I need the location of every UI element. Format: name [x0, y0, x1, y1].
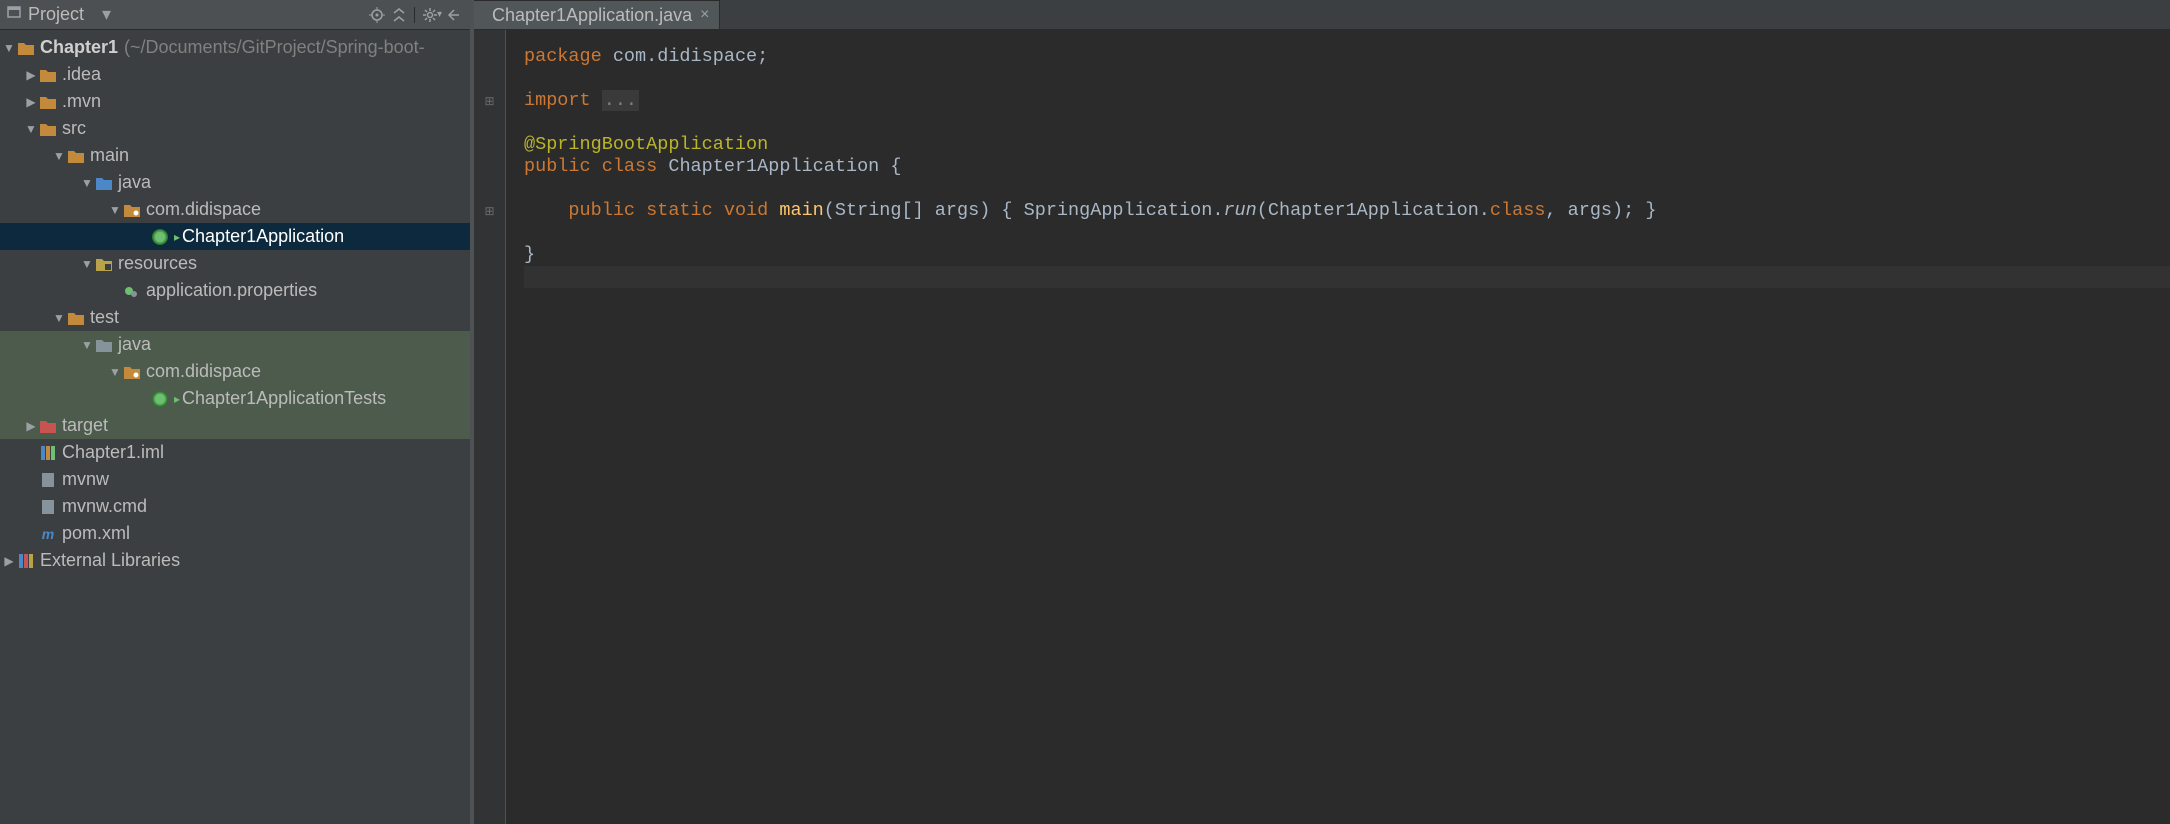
- code-token: public: [524, 200, 646, 221]
- code-token: Chapter1Application {: [668, 156, 901, 177]
- tree-path-hint: (~/Documents/GitProject/Spring-boot-: [124, 37, 425, 58]
- code-editor[interactable]: package com.didispace; import ... @Sprin…: [506, 30, 2170, 824]
- tree-label: Chapter1ApplicationTests: [182, 388, 386, 409]
- text-file-icon: [38, 470, 58, 490]
- tree-label: Chapter1: [40, 37, 118, 58]
- tree-label: mvnw.cmd: [62, 496, 147, 517]
- folder-icon: [38, 65, 58, 85]
- tree-item-main[interactable]: ▼ main: [0, 142, 470, 169]
- maven-pom-icon: m: [38, 524, 58, 544]
- tree-item-target[interactable]: ▶ target: [0, 412, 470, 439]
- code-token: package: [524, 46, 602, 67]
- runnable-arrow-icon: ▸: [174, 230, 180, 244]
- code-token: run: [1223, 200, 1256, 221]
- tree-item-src[interactable]: ▼ src: [0, 115, 470, 142]
- tree-label: com.didispace: [146, 361, 261, 382]
- fold-expand-icon[interactable]: ⊞: [474, 90, 505, 112]
- code-token: class: [1490, 200, 1546, 221]
- code-folded[interactable]: ...: [602, 90, 639, 111]
- locate-icon[interactable]: [366, 4, 388, 26]
- project-sidebar: Project ▾ ▾ ▼ Chapter1: [0, 0, 470, 824]
- tree-item-test[interactable]: ▼ test: [0, 304, 470, 331]
- libraries-icon: [16, 551, 36, 571]
- code-token: (Chapter1Application.: [1257, 200, 1490, 221]
- tree-label: Chapter1Application: [182, 226, 344, 247]
- code-token: class: [602, 156, 669, 177]
- code-token: import: [524, 90, 602, 111]
- tree-label: application.properties: [146, 280, 317, 301]
- project-view-icon: [6, 4, 22, 25]
- properties-file-icon: [122, 281, 142, 301]
- code-token: void: [724, 200, 780, 221]
- tree-item-tests-class[interactable]: ▶ ▸ Chapter1ApplicationTests: [0, 385, 470, 412]
- tree-label: com.didispace: [146, 199, 261, 220]
- java-class-icon: [150, 389, 170, 409]
- tree-item-package-main[interactable]: ▼ com.didispace: [0, 196, 470, 223]
- code-token: @SpringBootApplication: [524, 134, 768, 155]
- folder-icon: [66, 146, 86, 166]
- tree-item-app-class[interactable]: ▶ ▸ Chapter1Application: [0, 223, 470, 250]
- editor-pane: Chapter1Application.java × ⊞ ⊞ package c…: [474, 0, 2170, 824]
- tree-label: External Libraries: [40, 550, 180, 571]
- tree-label: Chapter1.iml: [62, 442, 164, 463]
- resources-folder-icon: [94, 254, 114, 274]
- tree-label: pom.xml: [62, 523, 130, 544]
- folder-icon: [38, 92, 58, 112]
- tree-item-mvnw[interactable]: ▶ mvnw: [0, 466, 470, 493]
- chevron-down-icon[interactable]: ▾: [102, 4, 111, 25]
- editor-gutter: ⊞ ⊞: [474, 30, 506, 824]
- package-icon: [122, 200, 142, 220]
- package-icon: [122, 362, 142, 382]
- java-class-icon: [150, 227, 170, 247]
- tree-item-iml[interactable]: ▶ Chapter1.iml: [0, 439, 470, 466]
- tree-item-idea[interactable]: ▶ .idea: [0, 61, 470, 88]
- editor-tab-label: Chapter1Application.java: [492, 5, 692, 26]
- editor-tab[interactable]: Chapter1Application.java ×: [474, 0, 720, 29]
- iml-file-icon: [38, 443, 58, 463]
- folder-icon: [66, 308, 86, 328]
- tree-item-resources[interactable]: ▼ resources: [0, 250, 470, 277]
- tree-item-mvnw-cmd[interactable]: ▶ mvnw.cmd: [0, 493, 470, 520]
- tree-label: mvnw: [62, 469, 109, 490]
- tree-label: .mvn: [62, 91, 101, 112]
- code-token: com.didispace;: [602, 46, 769, 67]
- code-token: }: [524, 244, 535, 265]
- tree-label: src: [62, 118, 86, 139]
- code-token: static: [646, 200, 724, 221]
- tree-label: resources: [118, 253, 197, 274]
- excluded-folder-icon: [38, 416, 58, 436]
- source-folder-icon: [94, 173, 114, 193]
- sidebar-header: Project ▾ ▾: [0, 0, 470, 30]
- text-file-icon: [38, 497, 58, 517]
- code-token: public: [524, 156, 602, 177]
- tree-root[interactable]: ▼ Chapter1 (~/Documents/GitProject/Sprin…: [0, 34, 470, 61]
- code-token: (String[] args) { SpringApplication.: [824, 200, 1224, 221]
- runnable-arrow-icon: ▸: [174, 392, 180, 406]
- test-source-folder-icon: [94, 335, 114, 355]
- module-folder-icon: [16, 38, 36, 58]
- tree-label: java: [118, 334, 151, 355]
- tree-label: test: [90, 307, 119, 328]
- tree-label: target: [62, 415, 108, 436]
- tree-item-java-test[interactable]: ▼ java: [0, 331, 470, 358]
- fold-expand-icon[interactable]: ⊞: [474, 200, 505, 222]
- tree-label: .idea: [62, 64, 101, 85]
- tree-item-java-main[interactable]: ▼ java: [0, 169, 470, 196]
- folder-icon: [38, 119, 58, 139]
- tree-item-app-properties[interactable]: ▶ application.properties: [0, 277, 470, 304]
- sidebar-title[interactable]: Project: [28, 4, 84, 25]
- editor-tab-bar: Chapter1Application.java ×: [474, 0, 2170, 30]
- tree-label: main: [90, 145, 129, 166]
- tree-item-package-test[interactable]: ▼ com.didispace: [0, 358, 470, 385]
- hide-panel-icon[interactable]: [442, 4, 464, 26]
- collapse-all-icon[interactable]: [388, 4, 410, 26]
- close-tab-icon[interactable]: ×: [700, 6, 709, 24]
- tree-label: java: [118, 172, 151, 193]
- code-token: main: [779, 200, 823, 221]
- tree-item-mvn[interactable]: ▶ .mvn: [0, 88, 470, 115]
- project-tree[interactable]: ▼ Chapter1 (~/Documents/GitProject/Sprin…: [0, 30, 470, 824]
- tree-external-libraries[interactable]: ▶ External Libraries: [0, 547, 470, 574]
- tree-item-pom[interactable]: ▶ m pom.xml: [0, 520, 470, 547]
- code-token: , args); }: [1545, 200, 1656, 221]
